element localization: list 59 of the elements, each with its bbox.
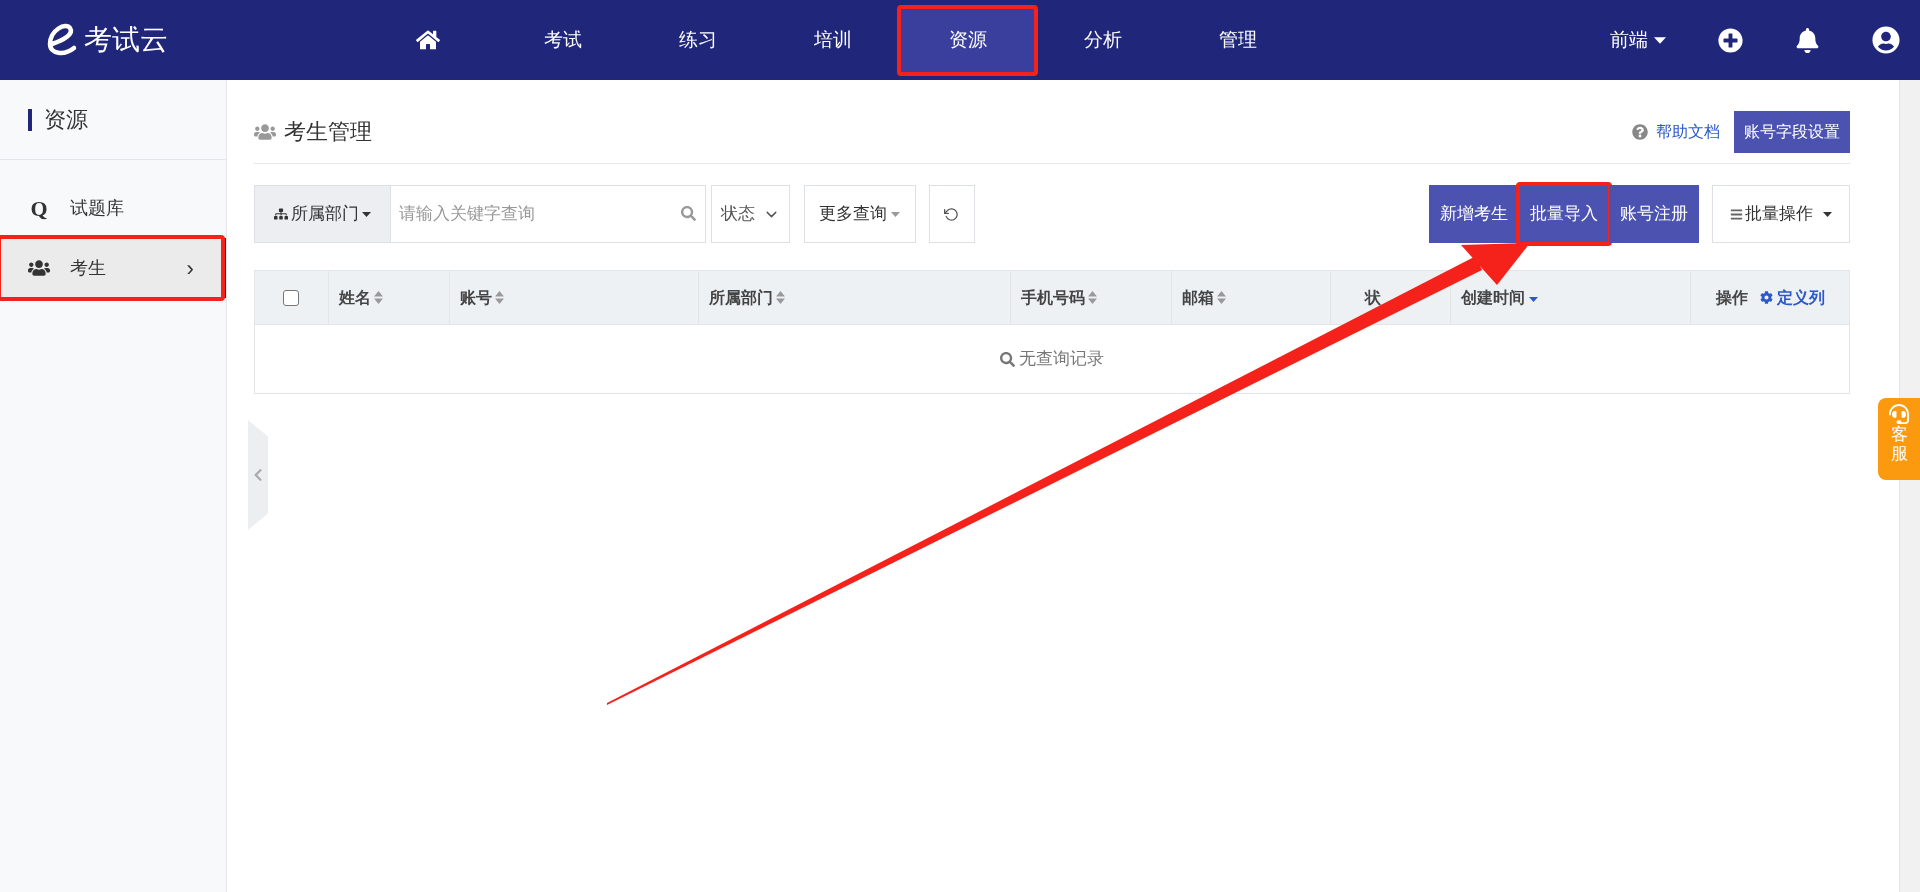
sidebar-item[interactable]: 考生 › [0, 238, 226, 298]
sort-icon[interactable] [1216, 291, 1226, 304]
headset-icon [1889, 404, 1909, 424]
column-header: 创建时间 [1460, 287, 1525, 308]
notification-icon[interactable] [1795, 27, 1820, 53]
more-filters-button[interactable]: 更多查询 [803, 185, 916, 243]
batch-actions-menu[interactable]: 批量操作 [1711, 185, 1850, 243]
action-button[interactable]: 账号注册 [1608, 185, 1699, 243]
sort-icon[interactable] [373, 291, 383, 304]
sidebar-item[interactable]: Q 试题库 [0, 178, 226, 238]
menu-icon [1729, 207, 1743, 221]
column-header: 手机号码 [1020, 287, 1085, 308]
nav-tab[interactable]: 培训 [765, 7, 900, 73]
caret-icon [1822, 211, 1832, 217]
add-icon[interactable] [1718, 27, 1743, 53]
users-icon [28, 258, 50, 278]
help-link[interactable]: 帮助文档 [1631, 119, 1720, 144]
search-field[interactable]: 请输入关键字查询 [390, 185, 706, 243]
nav-tab[interactable]: 分析 [1035, 7, 1170, 73]
sort-descending-icon[interactable] [1528, 296, 1538, 302]
nav-tab[interactable]: 资源 [900, 7, 1035, 73]
nav-tab[interactable]: 管理 [1170, 7, 1305, 73]
action-button[interactable]: 批量导入 [1518, 185, 1609, 243]
brand-name: 考试云 [84, 23, 168, 57]
q-letter-icon: Q [28, 191, 50, 225]
status-select[interactable]: 状态 [710, 185, 790, 243]
search-icon [999, 351, 1015, 367]
column-header: 姓名 [338, 287, 371, 308]
sort-icon[interactable] [494, 291, 504, 304]
caret-icon [361, 211, 371, 217]
reset-icon [944, 206, 960, 222]
caret-icon [1654, 36, 1666, 44]
department-filter[interactable]: 所属部门 [253, 185, 391, 243]
help-icon [1631, 123, 1648, 140]
org-chart-icon [273, 207, 288, 221]
user-menu[interactable]: 前端 [1610, 25, 1666, 55]
sidebar-title: 资源 [44, 106, 88, 134]
column-header: 操作 [1715, 287, 1748, 308]
customize-columns-link[interactable]: 定义列 [1759, 285, 1825, 310]
settings-icon [1759, 291, 1773, 304]
column-header: 账号 [459, 287, 492, 308]
field-settings-button[interactable]: 账号字段设置 [1733, 110, 1850, 153]
reset-button[interactable] [928, 185, 975, 243]
search-icon[interactable] [680, 206, 696, 221]
column-header: 所属部门 [708, 287, 773, 308]
sort-icon[interactable] [1087, 291, 1097, 304]
chevron: › [186, 254, 194, 283]
nav-tab[interactable]: 练习 [630, 7, 765, 73]
nav-tab[interactable]: 考试 [495, 7, 630, 73]
caret-icon [891, 211, 901, 217]
action-button[interactable]: 新增考生 [1428, 185, 1519, 243]
home-icon [415, 28, 440, 52]
user-avatar-icon[interactable] [1872, 26, 1900, 54]
column-header: 邮箱 [1181, 287, 1214, 308]
select-all-checkbox[interactable] [283, 289, 300, 306]
page-title: 考生管理 [283, 118, 372, 146]
sort-icon[interactable] [775, 291, 785, 304]
empty-message: 无查询记录 [1018, 348, 1104, 371]
column-header: 状 [1365, 287, 1382, 308]
